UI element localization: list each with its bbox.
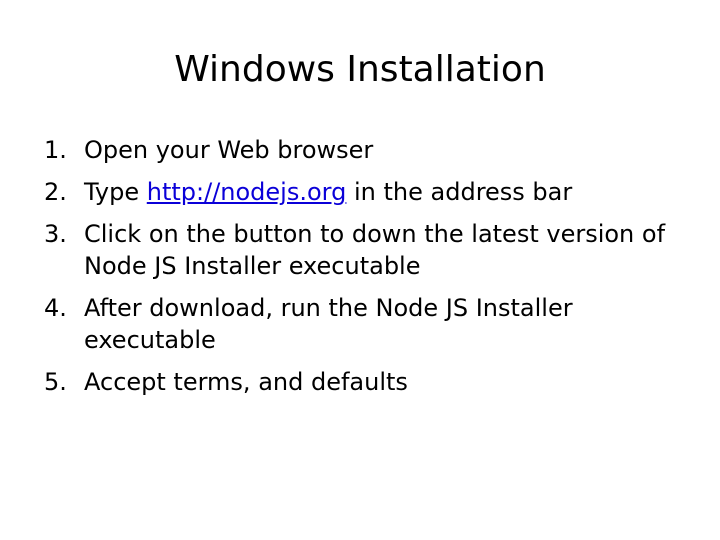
step-number: 4. — [44, 294, 67, 322]
list-item: 5. Accept terms, and defaults — [44, 366, 684, 398]
step-number: 3. — [44, 220, 67, 248]
step-number: 1. — [44, 136, 67, 164]
slide: Windows Installation 1. Open your Web br… — [0, 0, 720, 540]
slide-title: Windows Installation — [174, 49, 546, 90]
step-text: Accept terms, and defaults — [84, 368, 408, 396]
steps-list: 1. Open your Web browser 2. Type http://… — [44, 134, 684, 408]
step-number: 2. — [44, 178, 67, 206]
step-text: Click on the button to down the latest v… — [84, 220, 666, 280]
nodejs-link[interactable]: http://nodejs.org — [147, 178, 347, 206]
list-item: 3. Click on the button to down the lates… — [44, 218, 684, 282]
list-item: 4. After download, run the Node JS Insta… — [44, 292, 684, 356]
step-text: Open your Web browser — [84, 136, 374, 164]
step-text-after: in the address bar — [346, 178, 573, 206]
step-text: After download, run the Node JS Installe… — [84, 294, 573, 354]
list-item: 1. Open your Web browser — [44, 134, 684, 166]
list-item: 2. Type http://nodejs.org in the address… — [44, 176, 684, 208]
step-number: 5. — [44, 368, 67, 396]
step-text-before: Type — [84, 178, 147, 206]
